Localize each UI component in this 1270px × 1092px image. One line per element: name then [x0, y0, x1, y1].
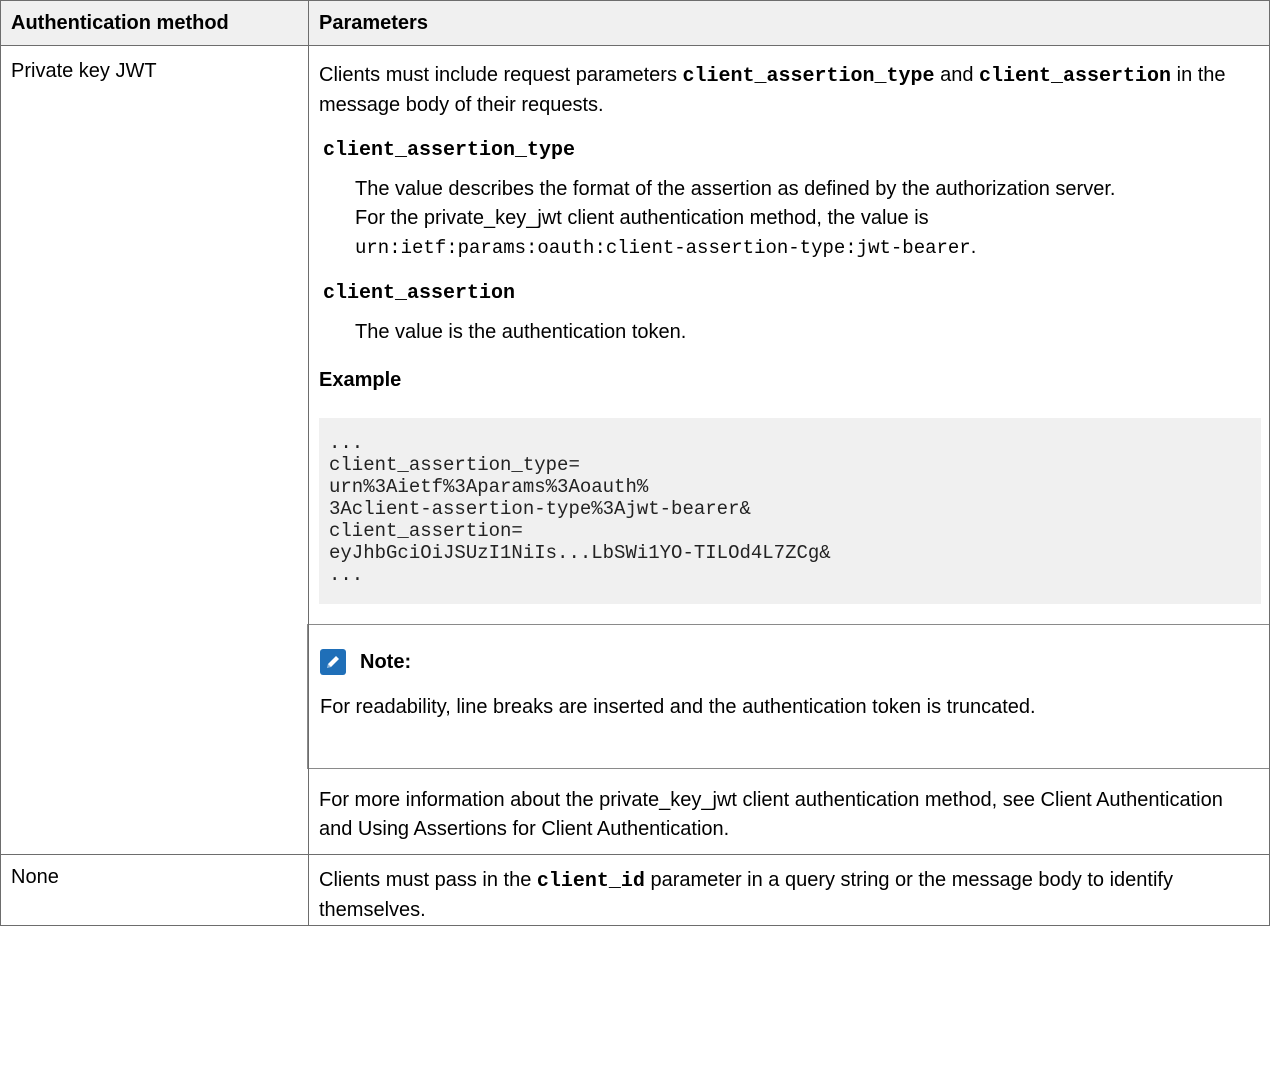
method-none: None: [0, 854, 309, 926]
definition-client-assertion: The value is the authentication token.: [355, 321, 687, 343]
none-code-client-id: client_id: [536, 870, 645, 893]
none-description: Clients must pass in the client_id param…: [309, 855, 1269, 925]
intro-text-start: Clients must include request parameters: [319, 64, 683, 86]
definition-client-assertion-type: The value describes the format of the as…: [309, 165, 1269, 263]
parameters-private-key-jwt: Clients must include request parameters …: [307, 45, 1270, 855]
example-code-block: ... client_assertion_type= urn%3Aietf%3A…: [319, 418, 1261, 604]
more-info-paragraph: For more information about the private_k…: [307, 768, 1269, 854]
table-row: None Clients must pass in the client_id …: [0, 854, 1270, 926]
intro-code-client-assertion: client_assertion: [979, 65, 1172, 88]
intro-code-client-assertion-type: client_assertion_type: [682, 65, 935, 88]
term-client-assertion-type: client_assertion_type: [323, 139, 576, 162]
note-title: Note:: [360, 650, 412, 673]
table-header-row: Authentication method Parameters: [0, 0, 1270, 46]
header-parameters: Parameters: [308, 0, 1270, 46]
intro-paragraph: Clients must include request parameters …: [309, 46, 1269, 120]
table-row: Private key JWT Clients must include req…: [0, 45, 1270, 855]
auth-methods-table: Authentication method Parameters Private…: [0, 0, 1270, 926]
term-client-assertion: client_assertion: [323, 282, 516, 305]
example-heading: Example: [319, 369, 402, 391]
header-authentication-method: Authentication method: [0, 0, 309, 46]
definition-text: The value describes the format of the as…: [355, 178, 1116, 229]
note-text: For readability, line breaks are inserte…: [320, 696, 1036, 718]
definition-end: .: [970, 236, 977, 258]
definition-code-urn: urn:ietf:params:oauth:client-assertion-t…: [355, 237, 971, 259]
method-private-key-jwt: Private key JWT: [0, 45, 309, 855]
note-box: Note: For readability, line breaks are i…: [307, 624, 1269, 768]
pencil-note-icon: [320, 649, 346, 675]
parameters-none: Clients must pass in the client_id param…: [308, 854, 1270, 926]
none-text-start: Clients must pass in the: [319, 869, 537, 891]
intro-text-mid: and: [934, 64, 980, 86]
note-header: Note:: [320, 649, 1249, 675]
